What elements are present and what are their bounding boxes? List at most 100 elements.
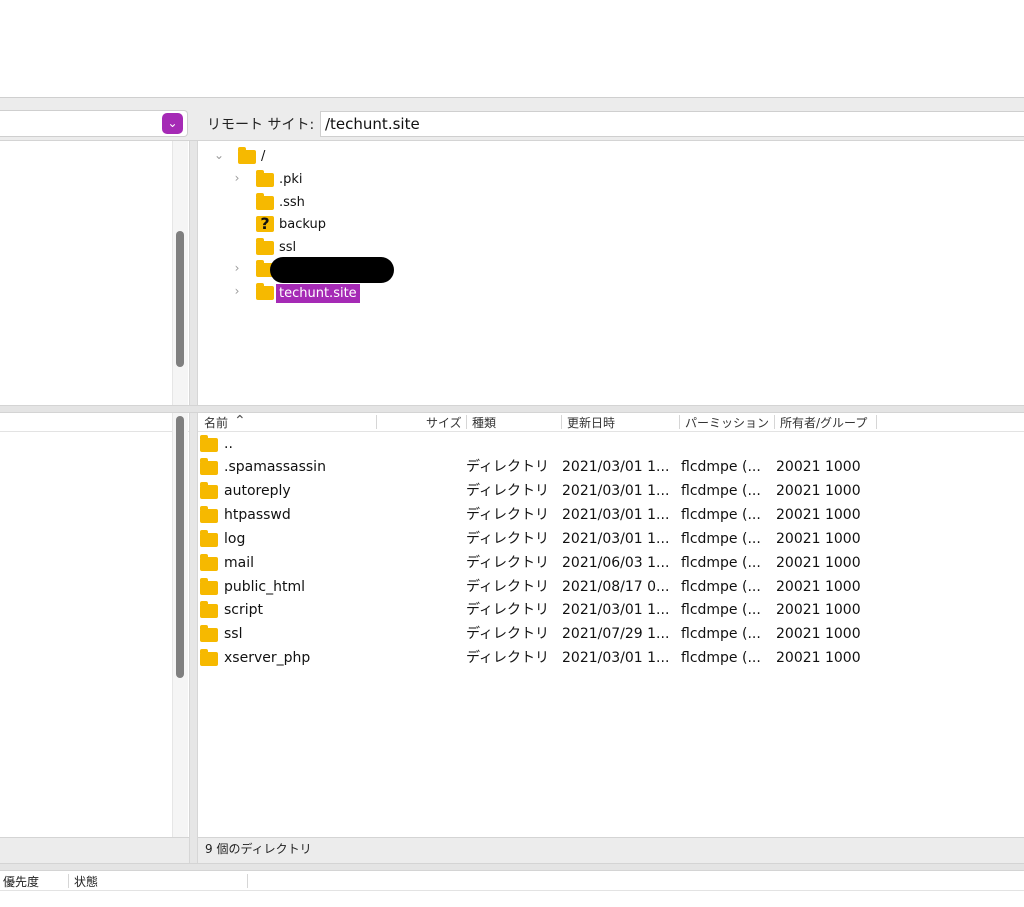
queue-header bbox=[0, 871, 1024, 891]
column-header-size[interactable]: サイズ bbox=[426, 415, 462, 431]
column-divider[interactable] bbox=[376, 415, 377, 429]
column-header-type[interactable]: 種類 bbox=[472, 415, 496, 431]
file-name: .spamassassin bbox=[224, 459, 326, 475]
file-permissions: flcdmpe (... bbox=[681, 531, 761, 547]
chevron-right-icon[interactable]: › bbox=[230, 284, 244, 298]
folder-icon bbox=[200, 601, 218, 618]
redaction-mark bbox=[270, 257, 394, 283]
file-owner: 20021 1000 bbox=[776, 483, 861, 499]
file-type: ディレクトリ bbox=[466, 579, 550, 595]
queue-list[interactable] bbox=[0, 891, 1024, 907]
column-divider[interactable] bbox=[68, 874, 69, 888]
list-row[interactable]: mail ディレクトリ 2021/06/03 1... flcdmpe (... 200… bbox=[198, 552, 1024, 575]
file-permissions: flcdmpe (... bbox=[681, 626, 761, 642]
queue-splitter[interactable] bbox=[0, 863, 1024, 871]
column-header-modified[interactable]: 更新日時 bbox=[567, 415, 615, 431]
file-type: ディレクトリ bbox=[466, 602, 550, 618]
list-row[interactable]: ssl ディレクトリ 2021/07/29 1... flcdmpe (... 2002… bbox=[198, 623, 1024, 646]
folder-icon bbox=[200, 578, 218, 595]
file-modified: 2021/03/01 1... bbox=[562, 483, 670, 499]
file-type: ディレクトリ bbox=[466, 555, 550, 571]
list-row[interactable]: log ディレクトリ 2021/03/01 1... flcdmpe (... 2002… bbox=[198, 528, 1024, 551]
file-name: public_html bbox=[224, 579, 306, 595]
list-row[interactable]: xserver_php ディレクトリ 2021/03/01 1... flcdmpe … bbox=[198, 647, 1024, 670]
list-row[interactable]: .spamassassin ディレクトリ 2021/03/01 1... flcdmp… bbox=[198, 456, 1024, 479]
file-modified: 2021/08/17 0... bbox=[562, 579, 670, 595]
list-row[interactable]: htpasswd ディレクトリ 2021/03/01 1... flcdmpe (..… bbox=[198, 504, 1024, 527]
file-type: ディレクトリ bbox=[466, 626, 550, 642]
horizontal-splitter[interactable] bbox=[0, 405, 1024, 413]
chevron-down-icon[interactable]: ⌄ bbox=[162, 113, 183, 134]
remote-status-text: 9 個のディレクトリ bbox=[205, 842, 312, 856]
file-type: ディレクトリ bbox=[466, 531, 550, 547]
remote-path-input[interactable]: /techunt.site bbox=[320, 111, 1024, 137]
file-name: script bbox=[224, 602, 264, 618]
file-owner: 20021 1000 bbox=[776, 650, 861, 666]
tree-item[interactable]: .ssh bbox=[279, 195, 305, 210]
file-permissions: flcdmpe (... bbox=[681, 579, 761, 595]
remote-site-label: リモート サイト: bbox=[207, 117, 315, 133]
tree-root-label[interactable]: / bbox=[261, 149, 265, 164]
file-permissions: flcdmpe (... bbox=[681, 602, 761, 618]
file-owner: 20021 1000 bbox=[776, 555, 861, 571]
folder-icon bbox=[200, 530, 218, 547]
column-header-name[interactable]: 名前 bbox=[204, 415, 228, 431]
column-header-owner[interactable]: 所有者/グループ bbox=[780, 415, 867, 431]
file-modified: 2021/07/29 1... bbox=[562, 626, 670, 642]
file-modified: 2021/03/01 1... bbox=[562, 531, 670, 547]
file-modified: 2021/03/01 1... bbox=[562, 650, 670, 666]
tree-item[interactable]: backup bbox=[279, 217, 326, 232]
remote-list-header: 名前 ⌃ サイズ 種類 更新日時 パーミッション 所有者/グループ bbox=[198, 413, 1024, 432]
folder-icon bbox=[238, 147, 256, 164]
file-type: ディレクトリ bbox=[466, 507, 550, 523]
folder-icon bbox=[256, 283, 274, 300]
tree-item[interactable]: ssl bbox=[279, 240, 296, 255]
folder-icon bbox=[256, 170, 274, 187]
folder-icon bbox=[200, 435, 218, 452]
folder-icon bbox=[200, 506, 218, 523]
chevron-down-icon[interactable]: ⌄ bbox=[212, 148, 226, 162]
column-divider[interactable] bbox=[466, 415, 467, 429]
column-divider[interactable] bbox=[679, 415, 680, 429]
list-row-parent[interactable]: .. bbox=[198, 433, 1024, 456]
file-name: autoreply bbox=[224, 483, 291, 499]
queue-column-priority[interactable]: 優先度 bbox=[3, 873, 39, 890]
sort-ascending-icon[interactable]: ⌃ bbox=[234, 413, 246, 429]
folder-icon bbox=[200, 625, 218, 642]
vertical-splitter[interactable] bbox=[189, 141, 198, 863]
folder-icon bbox=[256, 193, 274, 210]
file-modified: 2021/03/01 1... bbox=[562, 602, 670, 618]
file-owner: 20021 1000 bbox=[776, 459, 861, 475]
file-name: ssl bbox=[224, 626, 243, 642]
file-type: ディレクトリ bbox=[466, 459, 550, 475]
list-row[interactable]: script ディレクトリ 2021/03/01 1... flcdmpe (... 2… bbox=[198, 599, 1024, 622]
folder-icon bbox=[256, 238, 274, 255]
column-header-permissions[interactable]: パーミッション bbox=[685, 415, 769, 431]
file-type: ディレクトリ bbox=[466, 483, 550, 499]
local-status-bar bbox=[0, 837, 189, 863]
file-modified: 2021/03/01 1... bbox=[562, 507, 670, 523]
queue-column-state[interactable]: 状態 bbox=[74, 873, 98, 890]
column-divider[interactable] bbox=[561, 415, 562, 429]
local-tree-pane[interactable] bbox=[0, 141, 189, 405]
file-permissions: flcdmpe (... bbox=[681, 555, 761, 571]
list-row[interactable]: autoreply ディレクトリ 2021/03/01 1... flcdmpe (.… bbox=[198, 480, 1024, 503]
local-file-list[interactable] bbox=[0, 413, 189, 837]
file-owner: 20021 1000 bbox=[776, 531, 861, 547]
local-list-scroll-thumb[interactable] bbox=[176, 416, 184, 678]
file-permissions: flcdmpe (... bbox=[681, 459, 761, 475]
file-name: log bbox=[224, 531, 246, 547]
tree-item-selected[interactable]: techunt.site bbox=[276, 284, 360, 303]
local-tree-scroll-thumb[interactable] bbox=[176, 231, 184, 367]
chevron-right-icon[interactable]: › bbox=[230, 171, 244, 185]
folder-icon bbox=[200, 458, 218, 475]
column-divider[interactable] bbox=[774, 415, 775, 429]
column-divider[interactable] bbox=[247, 874, 248, 888]
remote-status-bar bbox=[198, 837, 1024, 863]
list-row[interactable]: public_html ディレクトリ 2021/08/17 0... flcdmpe … bbox=[198, 576, 1024, 599]
chevron-right-icon[interactable]: › bbox=[230, 261, 244, 275]
local-path-input[interactable] bbox=[0, 110, 188, 137]
file-name: .. bbox=[224, 436, 233, 452]
tree-item[interactable]: .pki bbox=[279, 172, 303, 187]
column-divider[interactable] bbox=[876, 415, 877, 429]
